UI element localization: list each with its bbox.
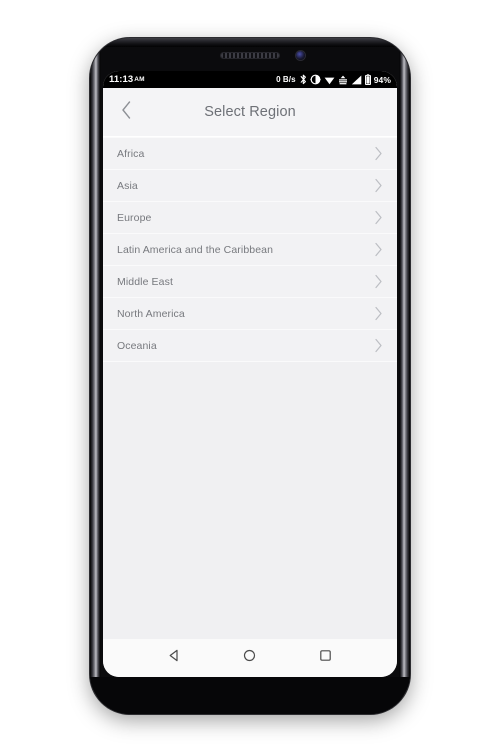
list-item-label: Europe — [117, 211, 152, 224]
status-time: 11:13 — [109, 74, 134, 85]
list-item-label: Middle East — [117, 275, 173, 288]
list-item-oceania[interactable]: Oceania — [103, 330, 397, 362]
chevron-right-icon — [374, 210, 383, 225]
list-item-label: Latin America and the Caribbean — [117, 243, 274, 256]
region-list: Africa Asia Europe Latin America and the… — [103, 137, 397, 362]
battery-icon — [364, 74, 371, 85]
list-item-north-america[interactable]: North America — [103, 298, 397, 330]
page-title: Select Region — [204, 104, 296, 120]
list-item-europe[interactable]: Europe — [103, 202, 397, 234]
bluetooth-icon — [300, 74, 307, 85]
chevron-right-icon — [374, 146, 383, 161]
status-bar: 11:13 AM 0 B/s 94% — [103, 71, 397, 88]
list-item-label: Asia — [117, 179, 138, 192]
front-camera — [296, 51, 305, 60]
chevron-right-icon — [374, 274, 383, 289]
list-item-label: Africa — [117, 147, 145, 160]
nav-back-button[interactable] — [162, 645, 188, 671]
chevron-right-icon — [374, 306, 383, 321]
system-navigation-bar — [103, 639, 397, 677]
list-item-africa[interactable]: Africa — [103, 137, 397, 170]
bezel-left-gloss — [90, 38, 101, 714]
back-button[interactable] — [113, 99, 139, 125]
status-ampm: AM — [134, 76, 145, 83]
bezel-top-gloss — [90, 38, 410, 47]
nav-home-button[interactable] — [237, 645, 263, 671]
bezel-right-gloss — [399, 38, 410, 714]
list-item-asia[interactable]: Asia — [103, 170, 397, 202]
wifi-icon — [324, 75, 335, 85]
chevron-right-icon — [374, 178, 383, 193]
data-transfer-icon — [338, 75, 348, 85]
app-content: Select Region Africa Asia Europe Latin A… — [103, 88, 397, 677]
nav-recents-button[interactable] — [312, 645, 338, 671]
empty-list-area — [103, 362, 397, 639]
chevron-right-icon — [374, 338, 383, 353]
battery-percent-label: 94% — [373, 74, 391, 85]
back-chevron-icon — [120, 100, 133, 125]
app-bar: Select Region — [103, 88, 397, 137]
list-item-label: Oceania — [117, 339, 157, 352]
network-speed-label: 0 B/s — [276, 75, 296, 84]
screenshot-root: 11:13 AM 0 B/s 94% Select Region Africa … — [0, 0, 500, 750]
speaker-grille — [221, 53, 279, 58]
signal-bars-icon — [351, 75, 362, 85]
list-item-latin-america-and-the-caribbean[interactable]: Latin America and the Caribbean — [103, 234, 397, 266]
list-item-middle-east[interactable]: Middle East — [103, 266, 397, 298]
phone-device: 11:13 AM 0 B/s 94% Select Region Africa … — [90, 38, 410, 714]
phone-screen: 11:13 AM 0 B/s 94% Select Region Africa … — [103, 71, 397, 677]
home-circle-icon — [243, 649, 256, 667]
back-triangle-icon — [168, 649, 181, 667]
status-icons-group: 0 B/s 94% — [276, 74, 391, 85]
recents-square-icon — [319, 649, 332, 667]
phone-bottom-bezel — [90, 677, 410, 714]
list-item-label: North America — [117, 307, 185, 320]
contrast-icon — [310, 74, 321, 85]
chevron-right-icon — [374, 242, 383, 257]
